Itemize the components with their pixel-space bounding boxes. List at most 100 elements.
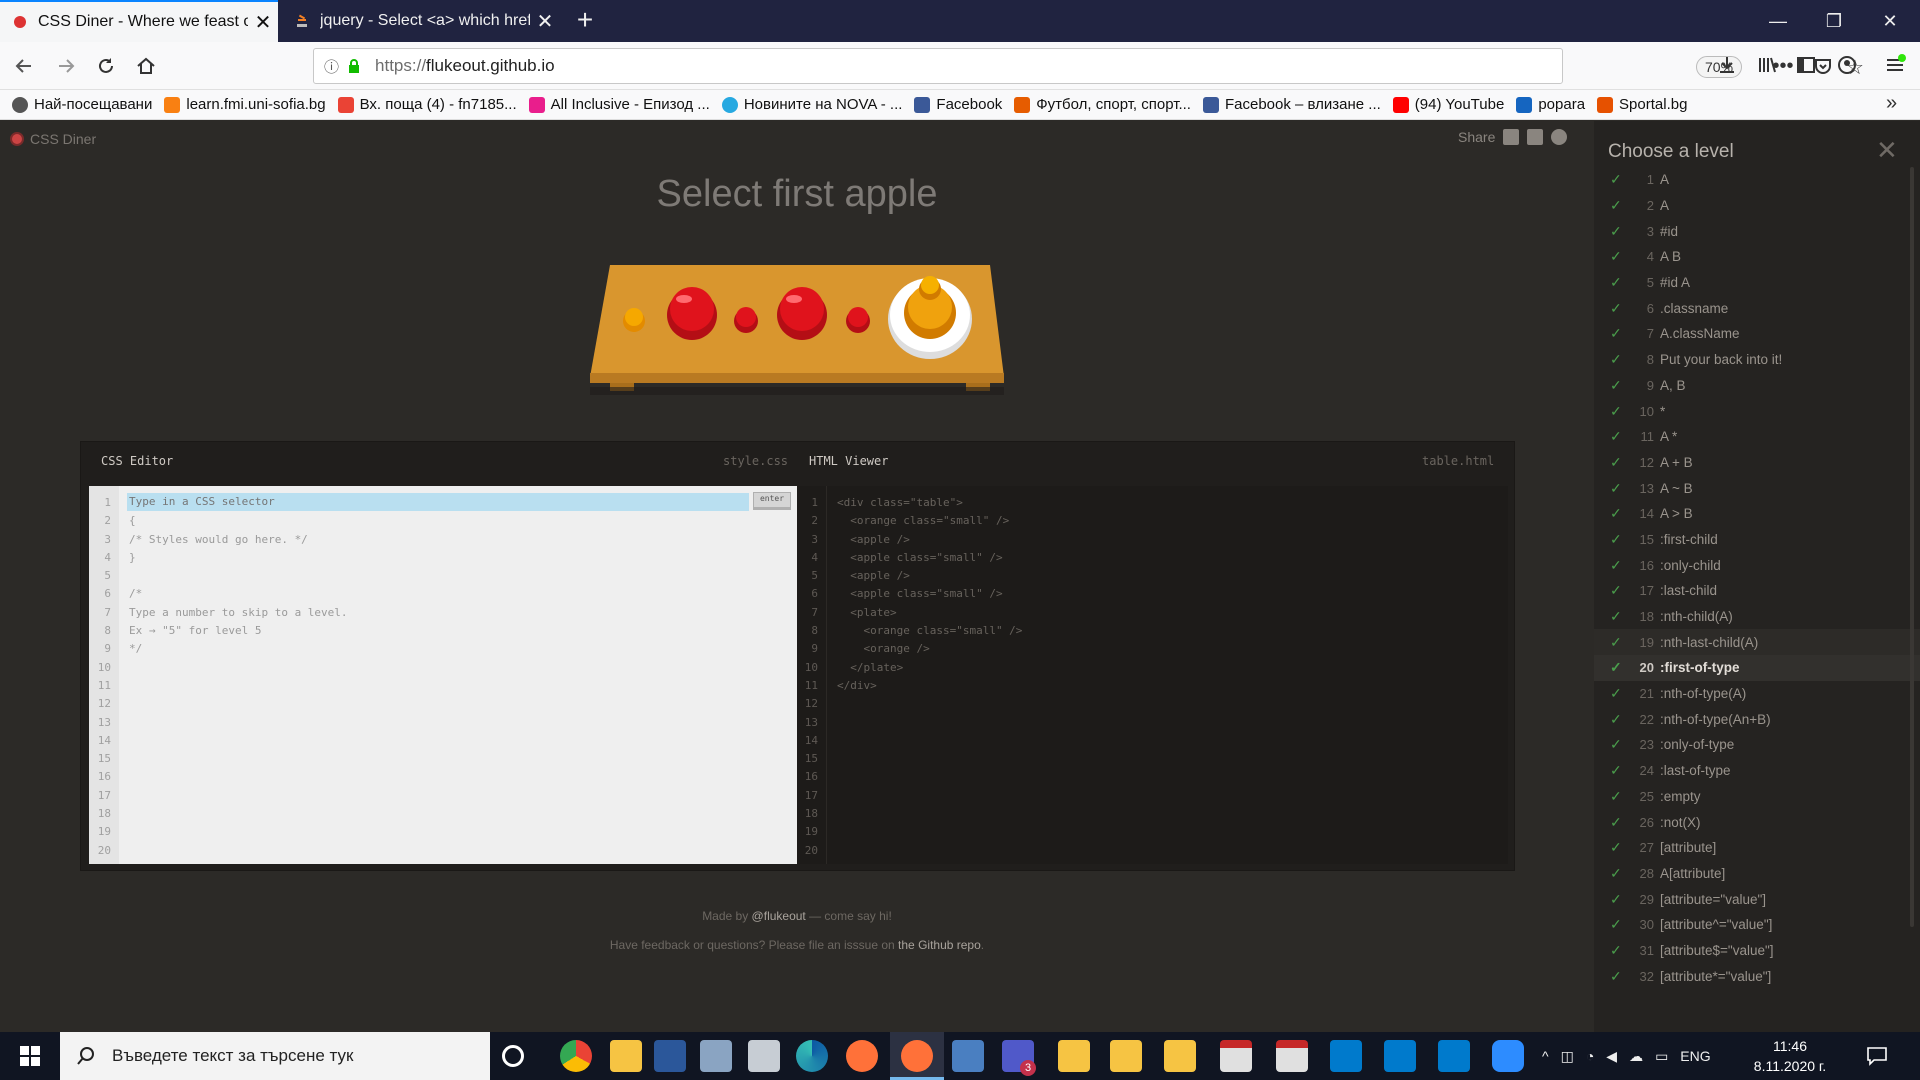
level-item[interactable]: ✓ 17:last-child [1594, 578, 1920, 604]
clock[interactable]: 11:46 8.11.2020 г. [1746, 1036, 1834, 1076]
level-item[interactable]: ✓ 11 A * [1594, 424, 1920, 450]
bookmark-most-visited[interactable]: Най-посещавани [12, 96, 152, 113]
new-tab-button[interactable]: + [570, 4, 600, 36]
folder-download-icon[interactable] [1058, 1040, 1090, 1072]
level-item[interactable]: ✓ 14 A > B [1594, 501, 1920, 527]
remote-desktop-icon[interactable] [700, 1040, 732, 1072]
level-item[interactable]: ✓ 27 [attribute] [1594, 835, 1920, 861]
chrome-icon[interactable] [560, 1040, 592, 1072]
level-item[interactable]: ✓ 5 #id A [1594, 270, 1920, 296]
tab-jquery[interactable]: jquery - Select <a> which href ✕ [282, 0, 560, 42]
level-item[interactable]: ✓ 7 A.className [1594, 321, 1920, 347]
level-item[interactable]: ✓ 4 A B [1594, 244, 1920, 270]
level-item[interactable]: ✓ 1 A [1594, 167, 1920, 193]
close-window-button[interactable]: ✕ [1862, 0, 1918, 42]
minimize-button[interactable]: — [1750, 0, 1806, 42]
forward-button[interactable] [50, 50, 82, 82]
laptop-icon[interactable] [952, 1040, 984, 1072]
level-item[interactable]: ✓ 32 [attribute*="value"] [1594, 963, 1920, 989]
level-item[interactable]: ✓ 24:last-of-type [1594, 758, 1920, 784]
site-logo[interactable]: CSS Diner [10, 131, 96, 147]
level-item[interactable]: ✓ 12 A + B [1594, 450, 1920, 476]
bookmark-sport[interactable]: Футбол, спорт, спорт... [1014, 96, 1191, 113]
back-button[interactable] [8, 50, 40, 82]
pdf-icon[interactable] [1220, 1040, 1252, 1072]
bookmark-sportal[interactable]: Sportal.bg [1597, 96, 1687, 113]
language-indicator[interactable]: ENG [1680, 1048, 1710, 1064]
twitter-icon[interactable] [1551, 129, 1568, 145]
level-item[interactable]: ✓ 29 [attribute="value"] [1594, 886, 1920, 912]
firefox-active-button[interactable] [890, 1032, 944, 1080]
sidebar-icon[interactable] [1793, 54, 1819, 76]
file-explorer-icon[interactable] [610, 1040, 642, 1072]
scrollbar[interactable] [1910, 167, 1914, 927]
close-icon[interactable]: ✕ [1876, 135, 1898, 166]
zoom-icon[interactable] [1492, 1040, 1524, 1072]
menu-icon[interactable] [1882, 54, 1908, 76]
level-item[interactable]: ✓ 22:nth-of-type(An+B) [1594, 706, 1920, 732]
firefox-icon[interactable] [846, 1040, 878, 1072]
enter-button[interactable]: enter [753, 492, 791, 510]
vscode-icon[interactable] [1384, 1040, 1416, 1072]
folder-download-icon[interactable] [1164, 1040, 1196, 1072]
cortana-icon[interactable] [502, 1045, 524, 1067]
level-item[interactable]: ✓ 25:empty [1594, 784, 1920, 810]
onedrive-icon[interactable]: ☁ [1629, 1048, 1643, 1065]
chevron-right-icon[interactable]: » [1886, 92, 1897, 115]
bookmark-gmail[interactable]: Вх. поща (4) - fn7185... [337, 96, 517, 113]
account-icon[interactable] [1834, 54, 1860, 76]
level-item[interactable]: ✓ 26:not(X) [1594, 809, 1920, 835]
github-repo-link[interactable]: the Github repo [898, 938, 981, 952]
home-button[interactable] [130, 50, 162, 82]
bookmark-all-inclusive[interactable]: All Inclusive - Епизод ... [528, 96, 710, 113]
level-item[interactable]: ✓ 23:only-of-type [1594, 732, 1920, 758]
level-item[interactable]: ✓ 3 #id [1594, 218, 1920, 244]
level-item[interactable]: ✓ 8 Put your back into it! [1594, 347, 1920, 373]
reload-button[interactable] [90, 50, 122, 82]
library-icon[interactable] [1754, 54, 1780, 76]
level-item[interactable]: ✓ 9 A, B [1594, 373, 1920, 399]
download-icon[interactable] [1714, 54, 1740, 76]
tab-css-diner[interactable]: CSS Diner - Where we feast on ✕ [0, 0, 278, 42]
level-item[interactable]: ✓ 20:first-of-type [1594, 655, 1920, 681]
author-link[interactable]: @flukeout [752, 909, 806, 923]
level-item[interactable]: ✓ 31 [attribute$="value"] [1594, 938, 1920, 964]
level-item[interactable]: ✓ 21:nth-of-type(A) [1594, 681, 1920, 707]
css-selector-input[interactable] [127, 493, 749, 511]
facebook-icon[interactable] [1527, 129, 1544, 145]
level-item[interactable]: ✓ 6 .classname [1594, 295, 1920, 321]
level-item[interactable]: ✓ 19:nth-last-child(A) [1594, 629, 1920, 656]
vscode-icon[interactable] [1438, 1040, 1470, 1072]
start-button[interactable] [0, 1032, 60, 1080]
close-icon[interactable]: ✕ [248, 10, 278, 35]
bookmark-learn-fmi[interactable]: learn.fmi.uni-sofia.bg [164, 96, 326, 113]
level-item[interactable]: ✓ 30 [attribute^="value"] [1594, 912, 1920, 938]
bookmark-nova[interactable]: Новините на NOVA - ... [721, 96, 902, 113]
bookmark-facebook-login[interactable]: Facebook – влизане ... [1202, 96, 1381, 113]
bookmark-youtube[interactable]: (94) YouTube [1392, 96, 1504, 113]
bookmark-popara[interactable]: popara [1516, 96, 1585, 113]
level-item[interactable]: ✓ 13 A ~ B [1594, 475, 1920, 501]
notification-icon[interactable] [1866, 1046, 1888, 1066]
info-icon[interactable]: ⓘ [324, 56, 339, 77]
pdf-icon[interactable] [1276, 1040, 1308, 1072]
volume-icon[interactable]: ◀ [1606, 1048, 1617, 1065]
close-icon[interactable]: ✕ [530, 9, 560, 34]
network-icon[interactable]: ◫ [1561, 1048, 1574, 1065]
level-item[interactable]: ✓ 28 A[attribute] [1594, 861, 1920, 887]
level-item[interactable]: ✓ 2 A [1594, 193, 1920, 219]
printer-icon[interactable] [748, 1040, 780, 1072]
battery-icon[interactable]: ▭ [1655, 1048, 1668, 1065]
vscode-icon[interactable] [1330, 1040, 1362, 1072]
level-item[interactable]: ✓ 18:nth-child(A) [1594, 604, 1920, 630]
edge-icon[interactable] [796, 1040, 828, 1072]
address-bar[interactable]: ⓘ https://flukeout.github.io 70% ••• ☆ [313, 48, 1864, 84]
bookmark-facebook[interactable]: Facebook [914, 96, 1002, 113]
email-icon[interactable] [1503, 129, 1520, 145]
level-item[interactable]: ✓ 15:first-child [1594, 527, 1920, 553]
folder-icon[interactable] [1110, 1040, 1142, 1072]
wifi-icon[interactable]: ◔ [1586, 1048, 1594, 1064]
chevron-up-icon[interactable]: ^ [1542, 1048, 1549, 1064]
taskbar-search[interactable]: Въведете текст за търсене тук [60, 1032, 490, 1080]
level-item[interactable]: ✓ 10 * [1594, 398, 1920, 424]
